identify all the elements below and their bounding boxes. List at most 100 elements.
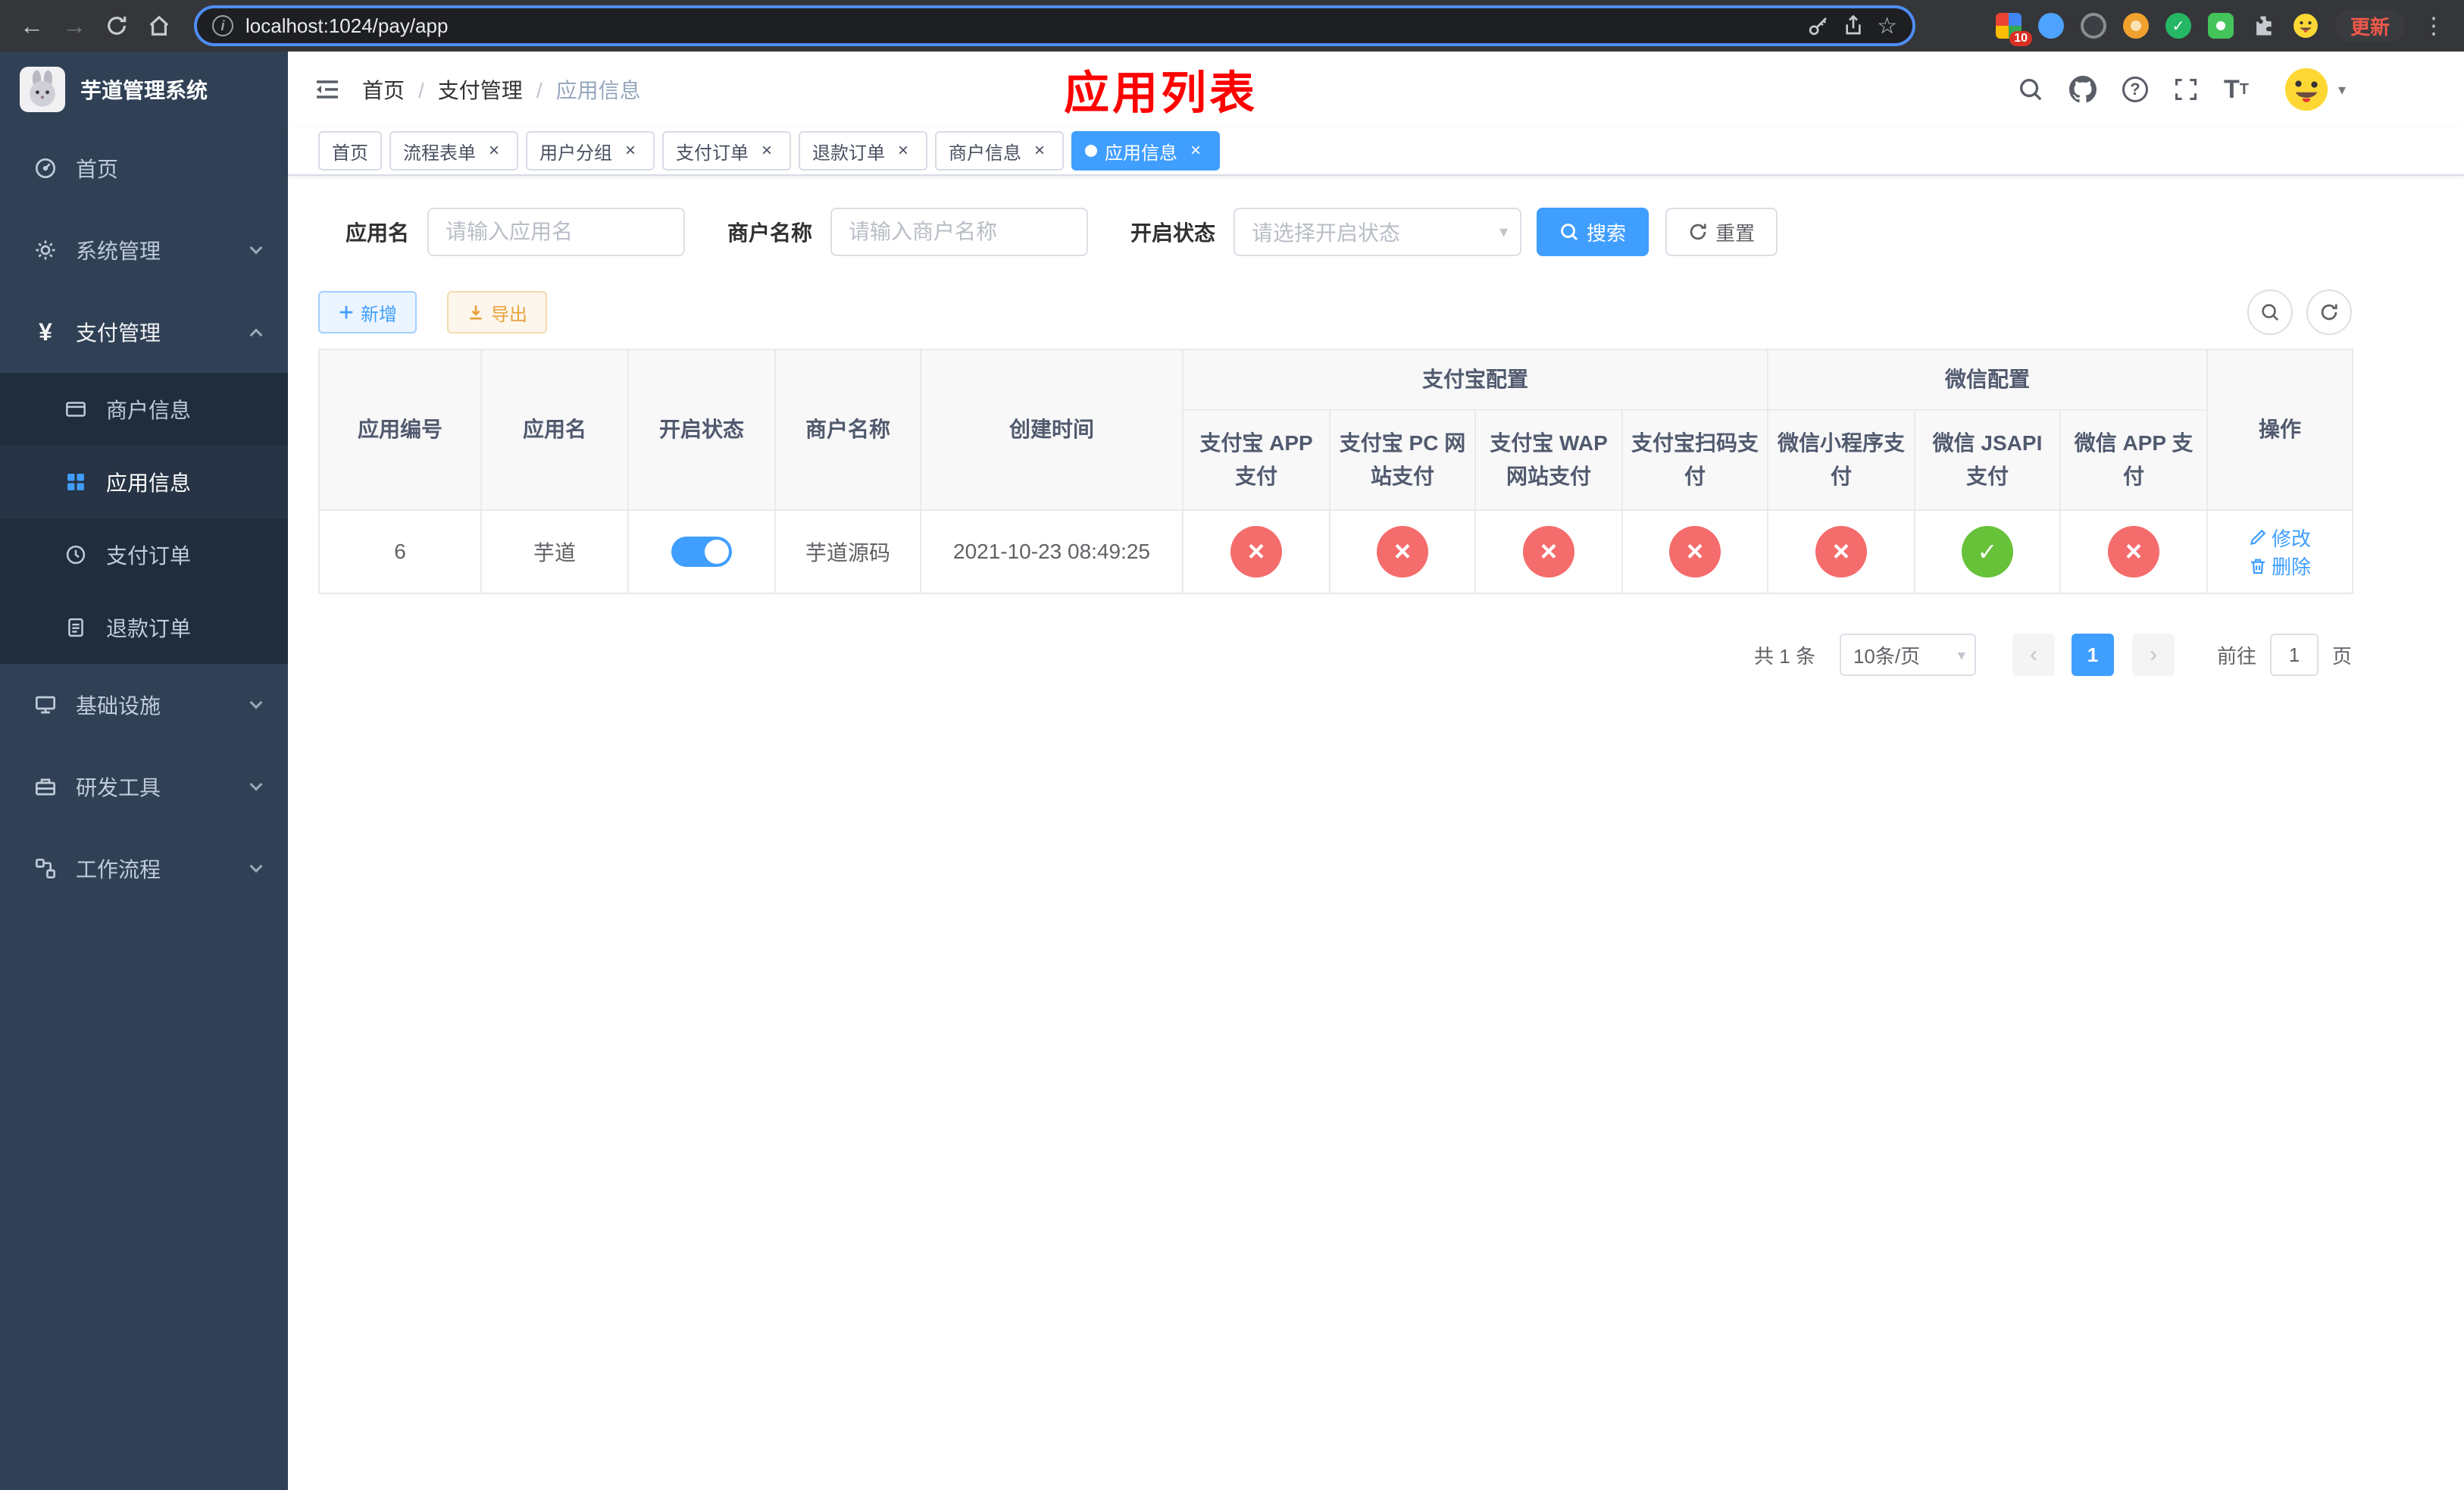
column-header: 支付宝 APP 支付 <box>1182 409 1330 511</box>
sidebar-item-refund-orders[interactable]: 退款订单 <box>0 591 288 664</box>
app-name-label: 应用名 <box>346 221 410 245</box>
breadcrumb-item[interactable]: 支付管理 <box>438 74 556 105</box>
channel-status-icon <box>1230 526 1282 578</box>
close-icon[interactable] <box>1185 140 1206 161</box>
breadcrumb-item: 应用信息 <box>555 79 641 102</box>
browser-update-button[interactable]: 更新 <box>2334 9 2405 42</box>
share-icon[interactable] <box>1842 14 1865 37</box>
export-button[interactable]: 导出 <box>447 291 547 333</box>
column-group-wechat: 微信配置 <box>1767 349 2209 411</box>
green-check-extension-icon[interactable] <box>2165 13 2191 39</box>
bookmark-star-icon[interactable]: ☆ <box>1877 13 1897 39</box>
tab-user-group[interactable]: 用户分组 <box>526 131 655 171</box>
sidebar-item-home[interactable]: 首页 <box>0 127 288 209</box>
back-icon[interactable]: ← <box>12 6 52 45</box>
user-avatar[interactable]: ▾ <box>2284 67 2346 112</box>
column-header-actions: 操作 <box>2206 349 2354 511</box>
sidebar: 芋道管理系统 首页 系统管理 ¥ 支付管理 商户信息 应用信息 支付订单 退款订… <box>0 52 288 1490</box>
toggle-search-button[interactable] <box>2247 290 2293 335</box>
tab-pay-orders[interactable]: 支付订单 <box>662 131 791 171</box>
close-icon[interactable] <box>893 140 914 161</box>
sidebar-item-label: 商户信息 <box>106 399 192 422</box>
yen-icon: ¥ <box>39 318 52 346</box>
app-name-input[interactable] <box>427 208 686 256</box>
navbar: 首页 支付管理 应用信息 应用列表 TT <box>288 52 2464 127</box>
avatar-extension-icon[interactable] <box>2122 13 2149 39</box>
sidebar-item-infra[interactable]: 基础设施 <box>0 664 288 746</box>
prev-page-button[interactable] <box>2012 634 2055 676</box>
sidebar-item-merchant-info[interactable]: 商户信息 <box>0 373 288 446</box>
font-size-icon[interactable]: TT <box>2224 75 2249 105</box>
browser-menu-icon[interactable]: ⋮ <box>2422 13 2446 39</box>
address-bar[interactable]: localhost:1024/pay/app ☆ <box>194 5 1915 46</box>
column-group-alipay: 支付宝配置 <box>1181 349 1769 411</box>
merchant-name-label: 商户名称 <box>727 221 813 245</box>
channel-status-icon <box>1377 526 1428 578</box>
password-key-icon[interactable] <box>1807 14 1830 37</box>
column-header: 微信 APP 支付 <box>2059 409 2209 511</box>
add-button[interactable]: 新增 <box>318 291 417 333</box>
emoji-extension-icon[interactable] <box>2293 13 2319 39</box>
sidebar-fold-icon[interactable] <box>288 76 362 103</box>
column-header: 支付宝 PC 网站支付 <box>1329 409 1476 511</box>
puzzle-extensions-icon[interactable] <box>2250 13 2276 39</box>
column-header: 支付宝 WAP 网站支付 <box>1474 409 1623 511</box>
column-header: 商户名称 <box>774 349 921 511</box>
close-icon[interactable] <box>1029 140 1050 161</box>
url-text[interactable]: localhost:1024/pay/app <box>245 14 1795 38</box>
refresh-table-button[interactable] <box>2306 290 2352 335</box>
tab-refund-orders[interactable]: 退款订单 <box>799 131 927 171</box>
github-icon[interactable] <box>2068 76 2097 103</box>
pagination: 共 1 条 10条/页 ▾ 1 前往 页 <box>318 634 2352 676</box>
site-info-icon[interactable] <box>212 15 233 36</box>
next-page-button[interactable] <box>2131 634 2175 676</box>
chevron-down-icon: ▾ <box>2337 81 2346 99</box>
search-icon[interactable] <box>2018 77 2043 102</box>
browser-toolbar: ← → localhost:1024/pay/app ☆ 10 <box>0 0 2464 52</box>
tab-process-form[interactable]: 流程表单 <box>389 131 518 171</box>
cell-merchant: 芋道源码 <box>774 509 921 594</box>
blue-drop-extension-icon[interactable] <box>2037 13 2064 39</box>
sidebar-item-workflow[interactable]: 工作流程 <box>0 828 288 909</box>
fullscreen-icon[interactable] <box>2174 77 2198 102</box>
status-toggle[interactable] <box>671 537 732 567</box>
goto-page-input[interactable] <box>2269 634 2319 676</box>
merchant-name-input[interactable] <box>830 208 1089 256</box>
page-size-select[interactable]: 10条/页 ▾ <box>1839 634 1976 676</box>
green-square-extension-icon[interactable] <box>2207 13 2234 39</box>
search-button-label: 搜索 <box>1587 221 1627 245</box>
sidebar-item-dev-tools[interactable]: 研发工具 <box>0 746 288 828</box>
sidebar-item-app-info[interactable]: 应用信息 <box>0 446 288 518</box>
close-icon[interactable] <box>756 140 777 161</box>
channel-status-icon <box>1962 526 2014 578</box>
chevron-down-icon <box>249 778 263 791</box>
chevron-up-icon <box>249 328 263 342</box>
page-title: 应用列表 <box>1064 67 1258 119</box>
sidebar-item-pay-orders[interactable]: 支付订单 <box>0 518 288 591</box>
cell-app-name: 芋道 <box>480 509 629 594</box>
reload-icon[interactable] <box>97 6 136 45</box>
tab-home[interactable]: 首页 <box>318 131 382 171</box>
search-button[interactable]: 搜索 <box>1537 208 1649 256</box>
forward-icon[interactable]: → <box>55 6 94 45</box>
close-icon[interactable] <box>483 140 505 161</box>
extensions-area: 10 更新 ⋮ <box>1918 9 2452 46</box>
tab-merchant-info[interactable]: 商户信息 <box>935 131 1064 171</box>
close-icon[interactable] <box>620 140 641 161</box>
grid-extension-icon[interactable]: 10 <box>1995 13 2032 46</box>
dark-circle-extension-icon[interactable] <box>2080 13 2106 39</box>
tab-label: 退款订单 <box>812 142 885 164</box>
status-select[interactable]: 请选择开启状态 ▾ <box>1234 208 1522 256</box>
app-logo[interactable]: 芋道管理系统 <box>0 52 288 127</box>
breadcrumb-item[interactable]: 首页 <box>362 74 438 105</box>
tab-app-info[interactable]: 应用信息 <box>1071 131 1220 171</box>
reset-button[interactable]: 重置 <box>1665 208 1778 256</box>
help-icon[interactable] <box>2122 77 2148 102</box>
home-icon[interactable] <box>139 6 179 45</box>
current-page-button[interactable]: 1 <box>2071 634 2114 676</box>
delete-row-button[interactable]: 删除 <box>2249 552 2311 580</box>
status-label: 开启状态 <box>1130 221 1216 245</box>
edit-row-button[interactable]: 修改 <box>2249 524 2311 552</box>
sidebar-item-payment[interactable]: ¥ 支付管理 <box>0 291 288 373</box>
sidebar-item-system[interactable]: 系统管理 <box>0 209 288 291</box>
